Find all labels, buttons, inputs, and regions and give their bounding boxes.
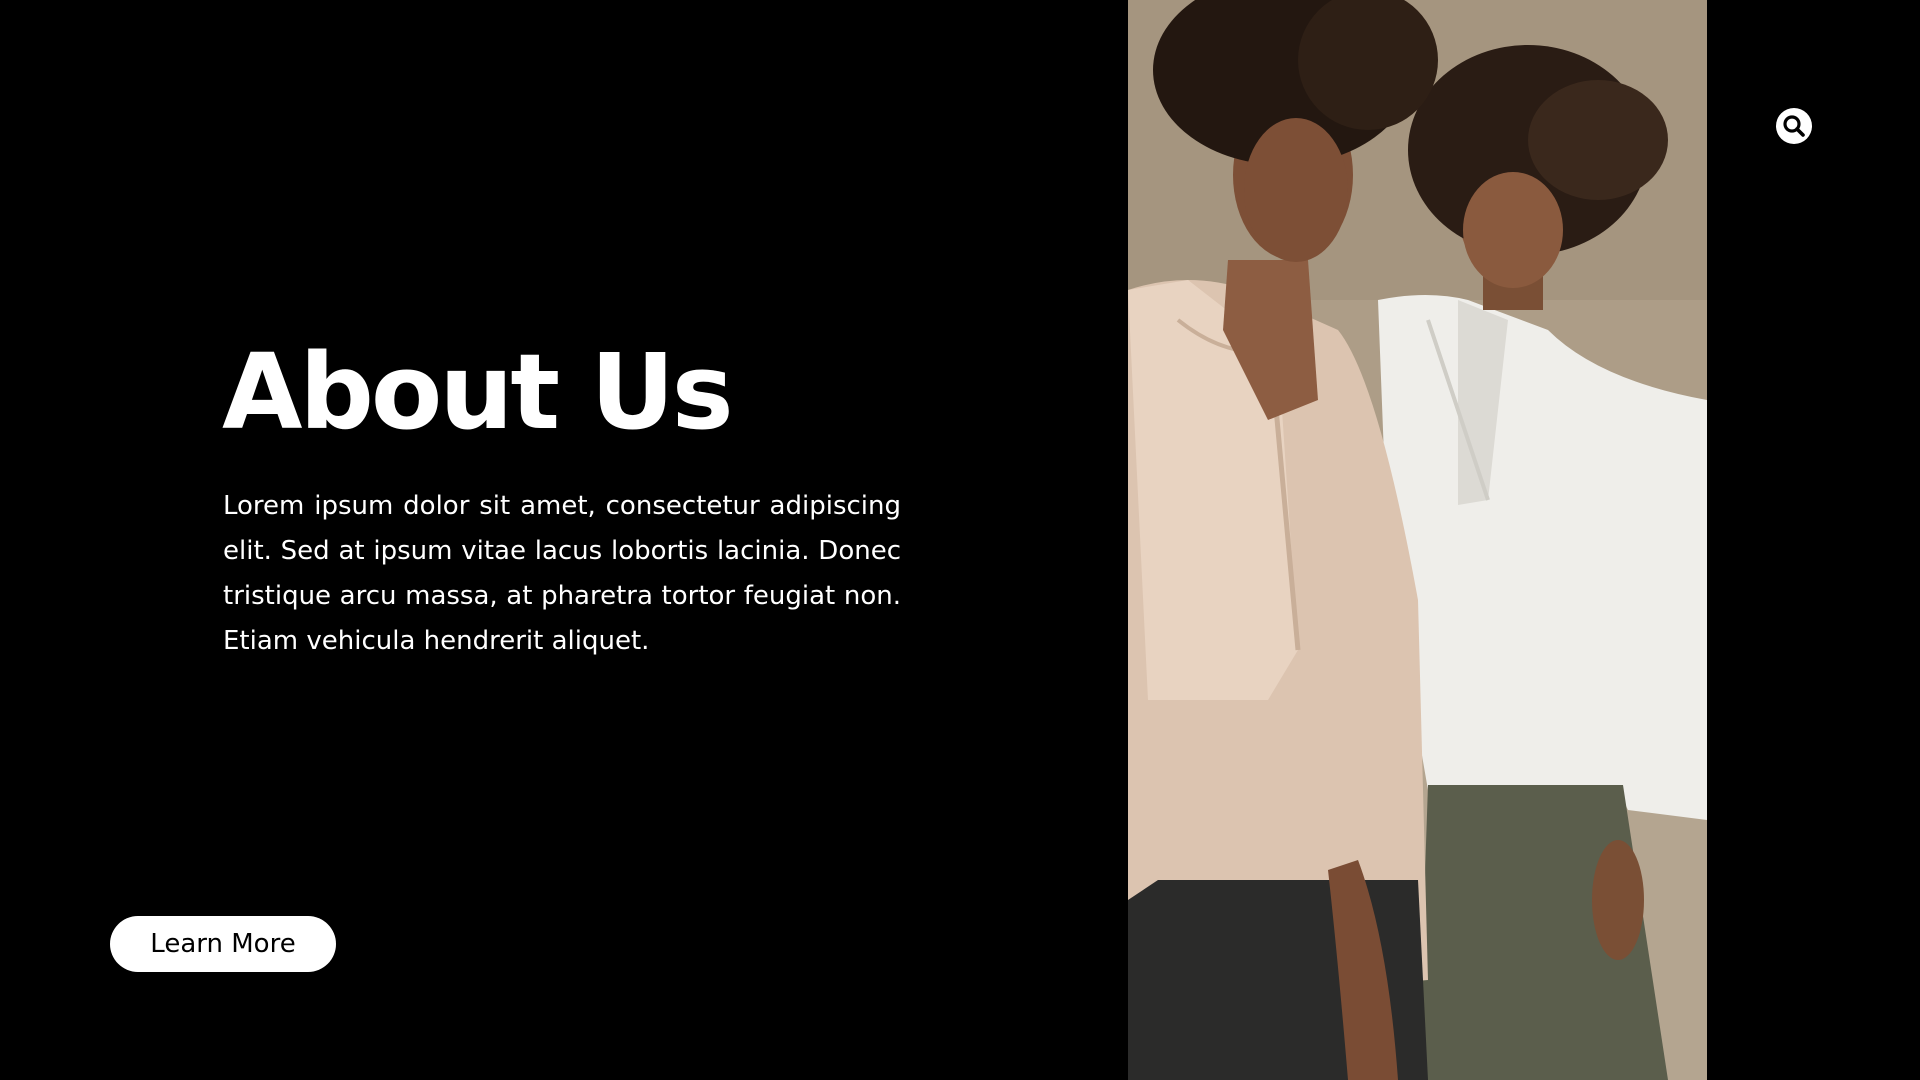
search-icon	[1783, 115, 1805, 137]
models-photo-illustration	[1128, 0, 1707, 1080]
learn-more-button[interactable]: Learn More	[110, 916, 336, 972]
search-button[interactable]	[1776, 108, 1812, 144]
models-photo	[1128, 0, 1707, 1080]
about-description: Lorem ipsum dolor sit amet, consectetur …	[223, 491, 901, 656]
about-slide: About Us Lorem ipsum dolor sit amet, con…	[0, 0, 1920, 1080]
page-title: About Us	[222, 331, 734, 453]
